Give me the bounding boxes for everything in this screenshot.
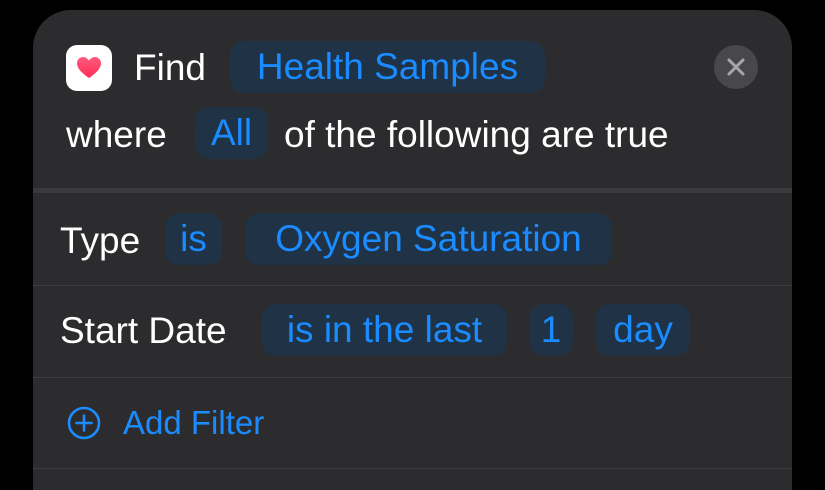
add-filter-label: Add Filter: [123, 404, 265, 441]
entity-token[interactable]: Health Samples: [230, 41, 545, 93]
row-divider: [33, 285, 792, 286]
filter-unit-token[interactable]: day: [596, 304, 690, 356]
plus-circle-icon: [67, 406, 101, 440]
close-button[interactable]: [714, 45, 758, 89]
header-divider: [33, 188, 792, 193]
close-icon: [727, 58, 745, 76]
filter-field-label: Start Date: [60, 310, 227, 351]
heart-icon: [77, 57, 101, 78]
condition-suffix: of the following are true: [284, 114, 669, 155]
filter-operator-token[interactable]: is: [165, 213, 222, 265]
filter-value-token[interactable]: Oxygen Saturation: [245, 213, 612, 265]
find-label: Find: [134, 47, 206, 88]
row-divider: [33, 468, 792, 469]
filter-amount-token[interactable]: 1: [529, 304, 573, 356]
row-divider: [33, 377, 792, 378]
action-header: Find Health Samples where All of the fol…: [33, 10, 792, 188]
filter-field-label: Type: [60, 220, 141, 261]
find-health-samples-action: Find Health Samples where All of the fol…: [33, 10, 792, 490]
filter-operator-token[interactable]: is in the last: [262, 304, 507, 356]
health-app-icon: [66, 45, 112, 91]
match-mode-token[interactable]: All: [195, 107, 268, 159]
where-label: where: [66, 114, 167, 155]
